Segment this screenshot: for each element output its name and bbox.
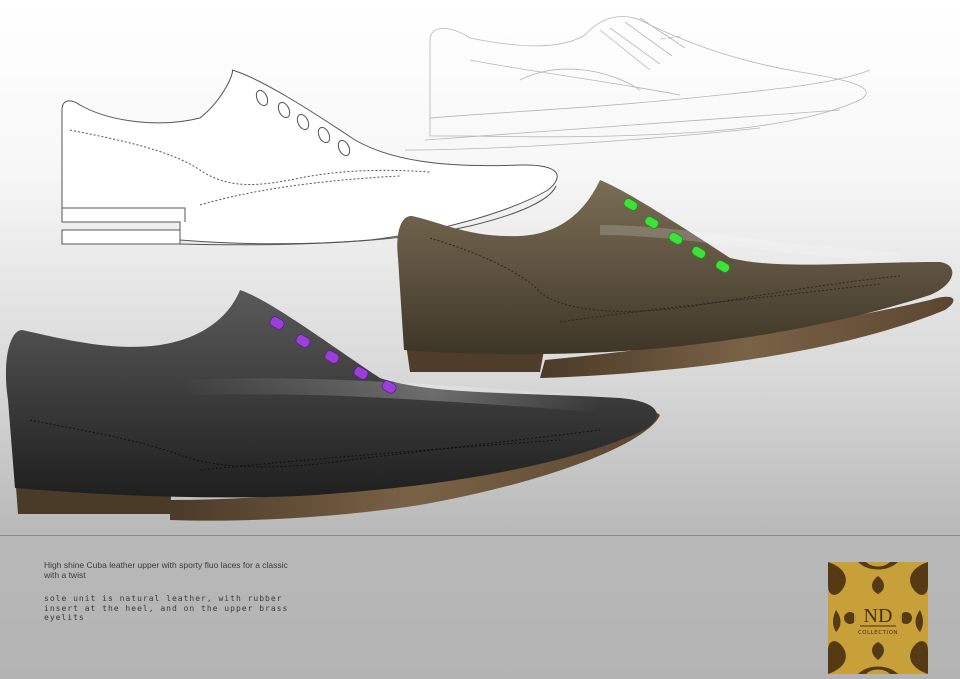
design-notes: High shine Cuba leather upper with sport… — [44, 560, 294, 623]
description-headline: High shine Cuba leather upper with sport… — [44, 560, 288, 580]
outline-shoe-drawing — [61, 69, 558, 246]
design-artwork: ~~~ — [5, 16, 954, 521]
svg-text:~~~: ~~~ — [659, 32, 683, 45]
logo-initials: ND — [864, 605, 893, 627]
brand-logo: ND COLLECTION — [828, 562, 928, 674]
description-detail: sole unit is natural leather, with rubbe… — [44, 594, 289, 622]
logo-damask-pattern: ND COLLECTION — [828, 562, 928, 674]
logo-label: COLLECTION — [858, 630, 898, 636]
pencil-sketch: ~~~ — [404, 16, 871, 151]
section-divider — [0, 535, 960, 536]
